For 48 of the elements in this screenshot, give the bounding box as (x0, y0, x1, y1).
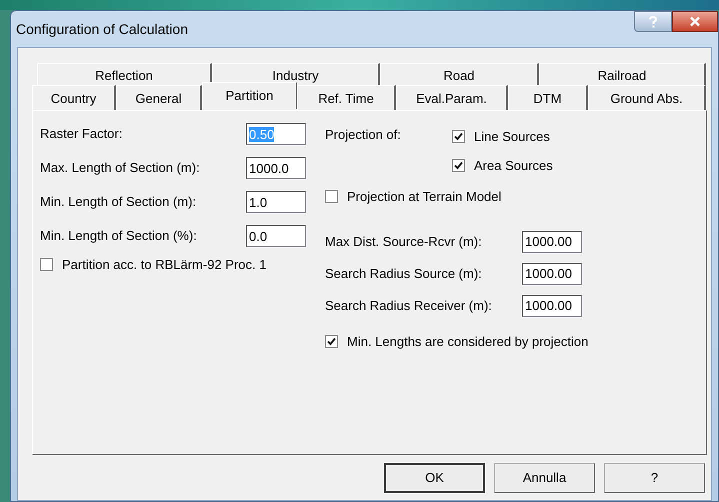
dialog-button[interactable]: ? (604, 463, 705, 493)
tab[interactable]: Industry (212, 63, 380, 85)
number-field[interactable]: 1000.00 (522, 262, 582, 284)
close-icon[interactable] (672, 11, 718, 32)
checkbox[interactable] (452, 130, 465, 144)
checkbox[interactable] (40, 258, 53, 272)
tab[interactable]: Eval.Param. (396, 85, 508, 110)
tab[interactable]: Partition (202, 82, 297, 109)
number-field[interactable]: 0.0 (246, 225, 306, 247)
tab[interactable]: Road (380, 63, 539, 85)
tab[interactable]: DTM (508, 85, 588, 110)
tab[interactable]: Ground Abs. (588, 85, 706, 110)
field-label: Max. Length of Section (m): (40, 159, 200, 178)
field-value: 1000.00 (525, 298, 572, 313)
dialog-button[interactable]: Annulla (494, 463, 595, 493)
tab[interactable]: Ref. Time (297, 85, 396, 110)
projection-label: Projection of: (325, 126, 402, 144)
field-label: Min. Length of Section (m): (40, 193, 196, 212)
checkbox-label: Projection at Terrain Model (347, 188, 502, 206)
field-value: 0.0 (249, 228, 268, 244)
tab[interactable]: Railroad (539, 63, 706, 85)
number-field[interactable]: 1000.00 (522, 230, 582, 252)
number-field[interactable]: 1.0 (246, 191, 306, 213)
field-label: Min. Length of Section (%): (40, 227, 197, 246)
field-value: 1000.0 (249, 160, 289, 176)
field-value: 1000.00 (525, 234, 572, 249)
checkbox-label: Min. Lengths are considered by projection (347, 332, 588, 351)
field-value: 1.0 (249, 194, 268, 210)
checkbox[interactable] (325, 334, 338, 348)
checkbox-label: Area Sources (474, 156, 553, 174)
field-label: Max Dist. Source-Rcvr (m): (325, 232, 482, 251)
help-icon[interactable] (634, 11, 672, 32)
field-label: Search Radius Source (m): (325, 264, 482, 283)
window-title: Configuration of Calculation (16, 20, 188, 39)
field-value: 1000.00 (525, 266, 572, 281)
number-field[interactable]: 1000.00 (522, 294, 582, 316)
checkbox[interactable] (452, 158, 465, 172)
checkbox[interactable] (325, 190, 338, 204)
tab[interactable]: General (116, 85, 202, 110)
checkbox-label: Partition acc. to RBLärm-92 Proc. 1 (62, 256, 266, 274)
field-label: Raster Factor: (40, 125, 122, 144)
field-value: 0.50 (249, 126, 274, 142)
checkbox-label: Line Sources (474, 128, 550, 146)
number-field[interactable]: 1000.0 (246, 157, 306, 179)
tab[interactable]: Country (32, 85, 116, 110)
field-label: Search Radius Receiver (m): (325, 296, 492, 315)
tab[interactable]: Reflection (37, 63, 212, 85)
dialog-button[interactable]: OK (384, 463, 485, 493)
